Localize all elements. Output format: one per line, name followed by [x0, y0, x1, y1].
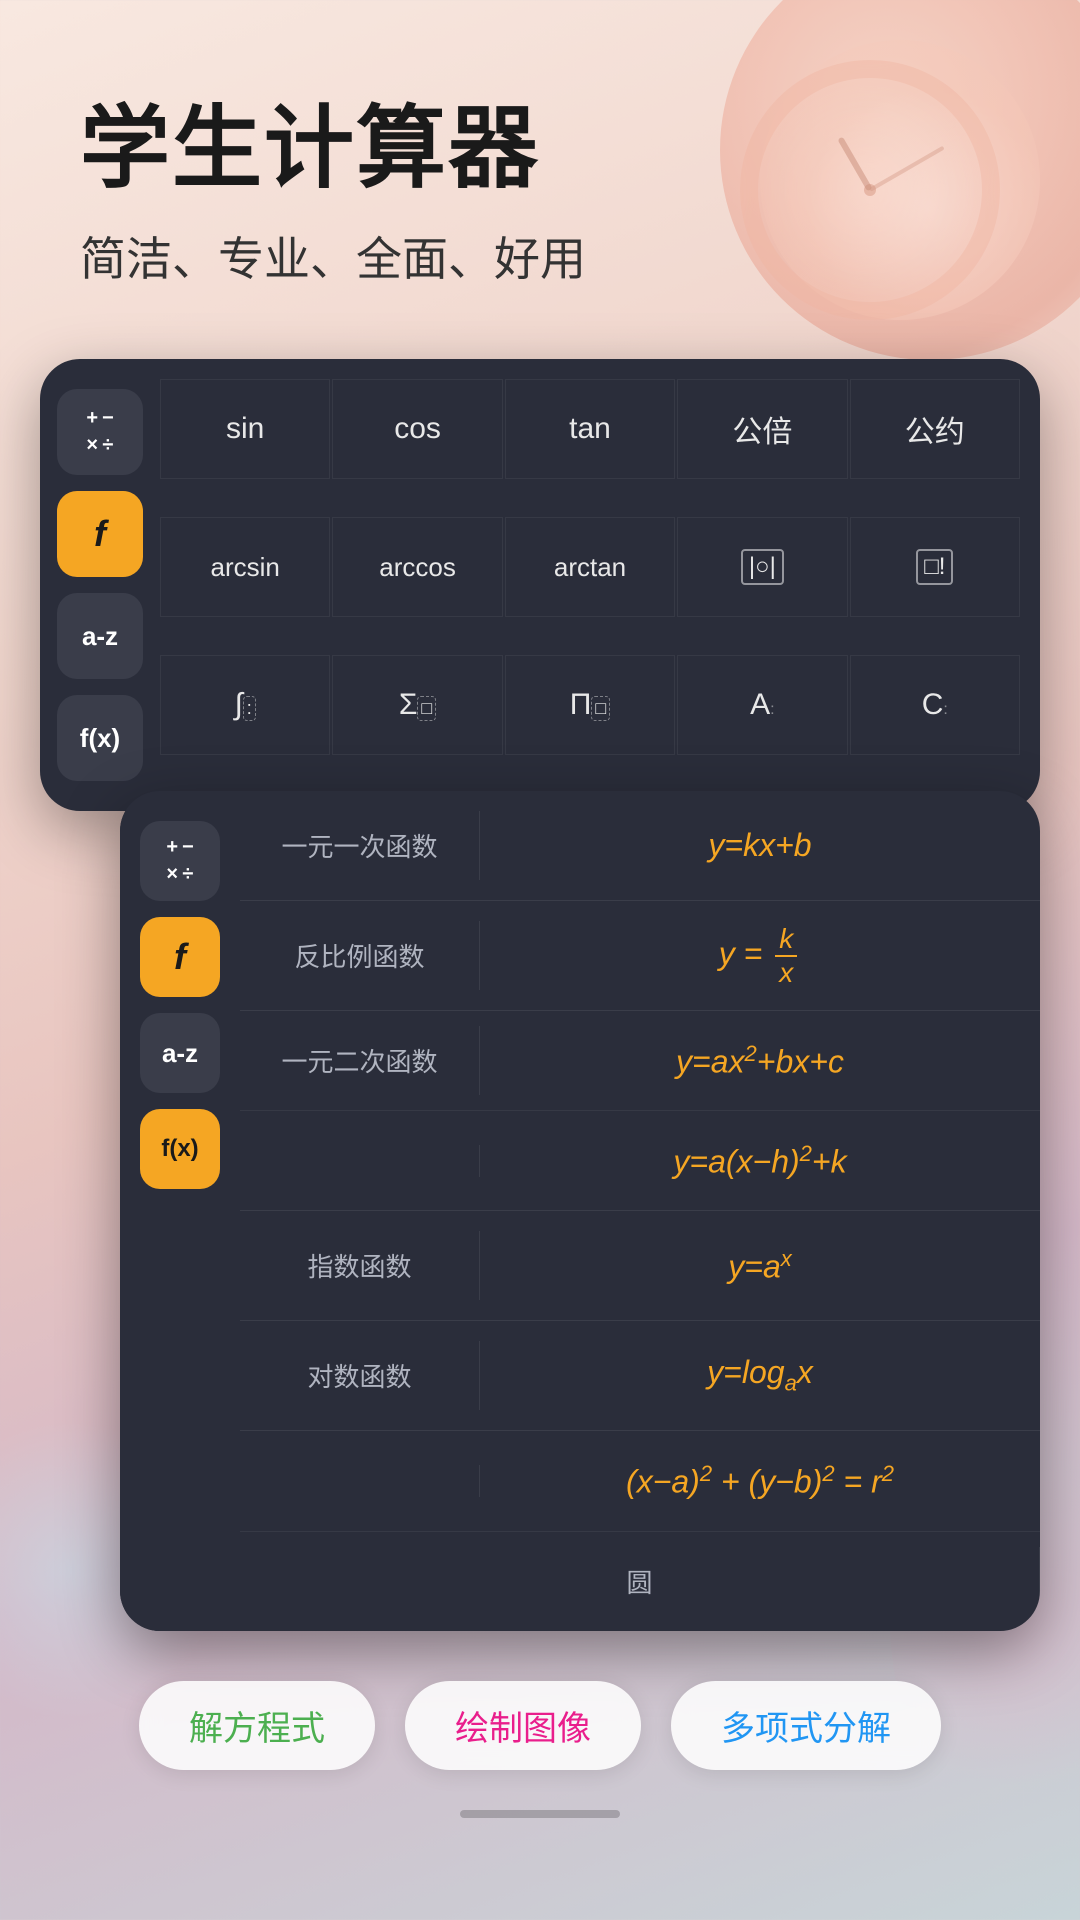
header: 学生计算器 简洁、专业、全面、好用 — [0, 0, 1080, 329]
quadratic-func-name2 — [240, 1145, 480, 1177]
solve-equation-label: 解方程式 — [189, 1710, 325, 1748]
log-func-row[interactable]: 对数函数 y=logax — [240, 1321, 1040, 1431]
plot-graph-button[interactable]: 绘制图像 — [405, 1681, 641, 1770]
home-indicator — [460, 1810, 620, 1818]
circle-func-formula: (x−a)2 + (y−b)2 = r2 — [480, 1445, 1040, 1517]
sidebar-back: +− ×÷ f a-z f(x) — [40, 379, 160, 791]
az-button-front[interactable]: a-z — [140, 1013, 220, 1093]
factor-poly-button[interactable]: 多项式分解 — [671, 1681, 941, 1770]
f-button-front[interactable]: f — [140, 917, 220, 997]
quadratic-func-formula1: y=ax2+bx+c — [480, 1025, 1040, 1097]
circle-func-formula-area — [240, 1465, 480, 1497]
perm-button[interactable]: A: — [677, 655, 847, 755]
integral-button[interactable]: ∫: — [160, 655, 330, 755]
solve-equation-button[interactable]: 解方程式 — [139, 1681, 375, 1770]
trig-panel: +− ×÷ f a-z f(x) sin cos tan — [40, 359, 1040, 811]
comb-button[interactable]: C: — [850, 655, 1020, 755]
linear-func-formula: y=kx+b — [480, 811, 1040, 880]
inverse-func-row[interactable]: 反比例函数 y = kx — [240, 901, 1040, 1011]
linear-func-name: 一元一次函数 — [240, 811, 480, 880]
inverse-func-formula: y = kx — [480, 907, 1040, 1005]
circle-func-name: 圆 — [240, 1547, 1040, 1616]
cos-button[interactable]: cos — [332, 379, 502, 479]
linear-func-row[interactable]: 一元一次函数 y=kx+b — [240, 791, 1040, 901]
f-button-back[interactable]: f — [57, 491, 143, 577]
lcm-button[interactable]: 公倍 — [677, 379, 847, 479]
arctan-button[interactable]: arctan — [505, 517, 675, 617]
bottom-bar — [0, 1810, 1080, 1838]
log-func-formula: y=logax — [480, 1338, 1040, 1412]
bottom-actions: 解方程式 绘制图像 多项式分解 — [0, 1631, 1080, 1810]
quadratic-func-formula2: y=a(x−h)2+k — [480, 1125, 1040, 1197]
az-button-label: a-z — [82, 621, 118, 652]
plot-graph-label: 绘制图像 — [455, 1710, 591, 1748]
inverse-func-name: 反比例函数 — [240, 921, 480, 990]
tan-button[interactable]: tan — [505, 379, 675, 479]
sidebar-front: +− ×÷ f a-z f(x) — [120, 791, 240, 1631]
circle-func-row[interactable]: (x−a)2 + (y−b)2 = r2 圆 — [240, 1431, 1040, 1631]
f-button-label: f — [94, 513, 106, 555]
fx-button-front[interactable]: f(x) — [140, 1109, 220, 1189]
product-button[interactable]: Π□ — [505, 655, 675, 755]
log-func-name: 对数函数 — [240, 1341, 480, 1410]
sin-button[interactable]: sin — [160, 379, 330, 479]
exp-func-name: 指数函数 — [240, 1231, 480, 1300]
sum-button[interactable]: Σ□ — [332, 655, 502, 755]
factor-poly-label: 多项式分解 — [721, 1710, 891, 1748]
exp-func-row[interactable]: 指数函数 y=ax — [240, 1211, 1040, 1321]
app-subtitle: 简洁、专业、全面、好用 — [80, 223, 1000, 289]
gcd-button[interactable]: 公约 — [850, 379, 1020, 479]
ops-button-front[interactable]: +− ×÷ — [140, 821, 220, 901]
abs-button[interactable]: |○| — [677, 517, 847, 617]
arccos-button[interactable]: arccos — [332, 517, 502, 617]
fx-button-label: f(x) — [80, 723, 120, 754]
app-title: 学生计算器 — [80, 100, 1000, 199]
exp-func-formula: y=ax — [480, 1230, 1040, 1302]
factorial-button[interactable]: □! — [850, 517, 1020, 617]
function-list-panel: +− ×÷ f a-z f(x) 一元一次函数 y=kx+b 反比例函数 — [120, 791, 1040, 1631]
trig-grid: sin cos tan 公倍 公约 arcsin arccos arctan — [160, 379, 1020, 791]
fx-button-back[interactable]: f(x) — [57, 695, 143, 781]
ops-button-back[interactable]: +− ×÷ — [57, 389, 143, 475]
function-list: 一元一次函数 y=kx+b 反比例函数 y = kx 一元二次函数 y=ax2+… — [240, 791, 1040, 1631]
az-button-back[interactable]: a-z — [57, 593, 143, 679]
calculator-area: +− ×÷ f a-z f(x) sin cos tan — [0, 359, 1080, 1631]
quadratic-func-row[interactable]: 一元二次函数 y=ax2+bx+c y=a(x−h)2+k — [240, 1011, 1040, 1211]
quadratic-func-name: 一元二次函数 — [240, 1026, 480, 1095]
arcsin-button[interactable]: arcsin — [160, 517, 330, 617]
